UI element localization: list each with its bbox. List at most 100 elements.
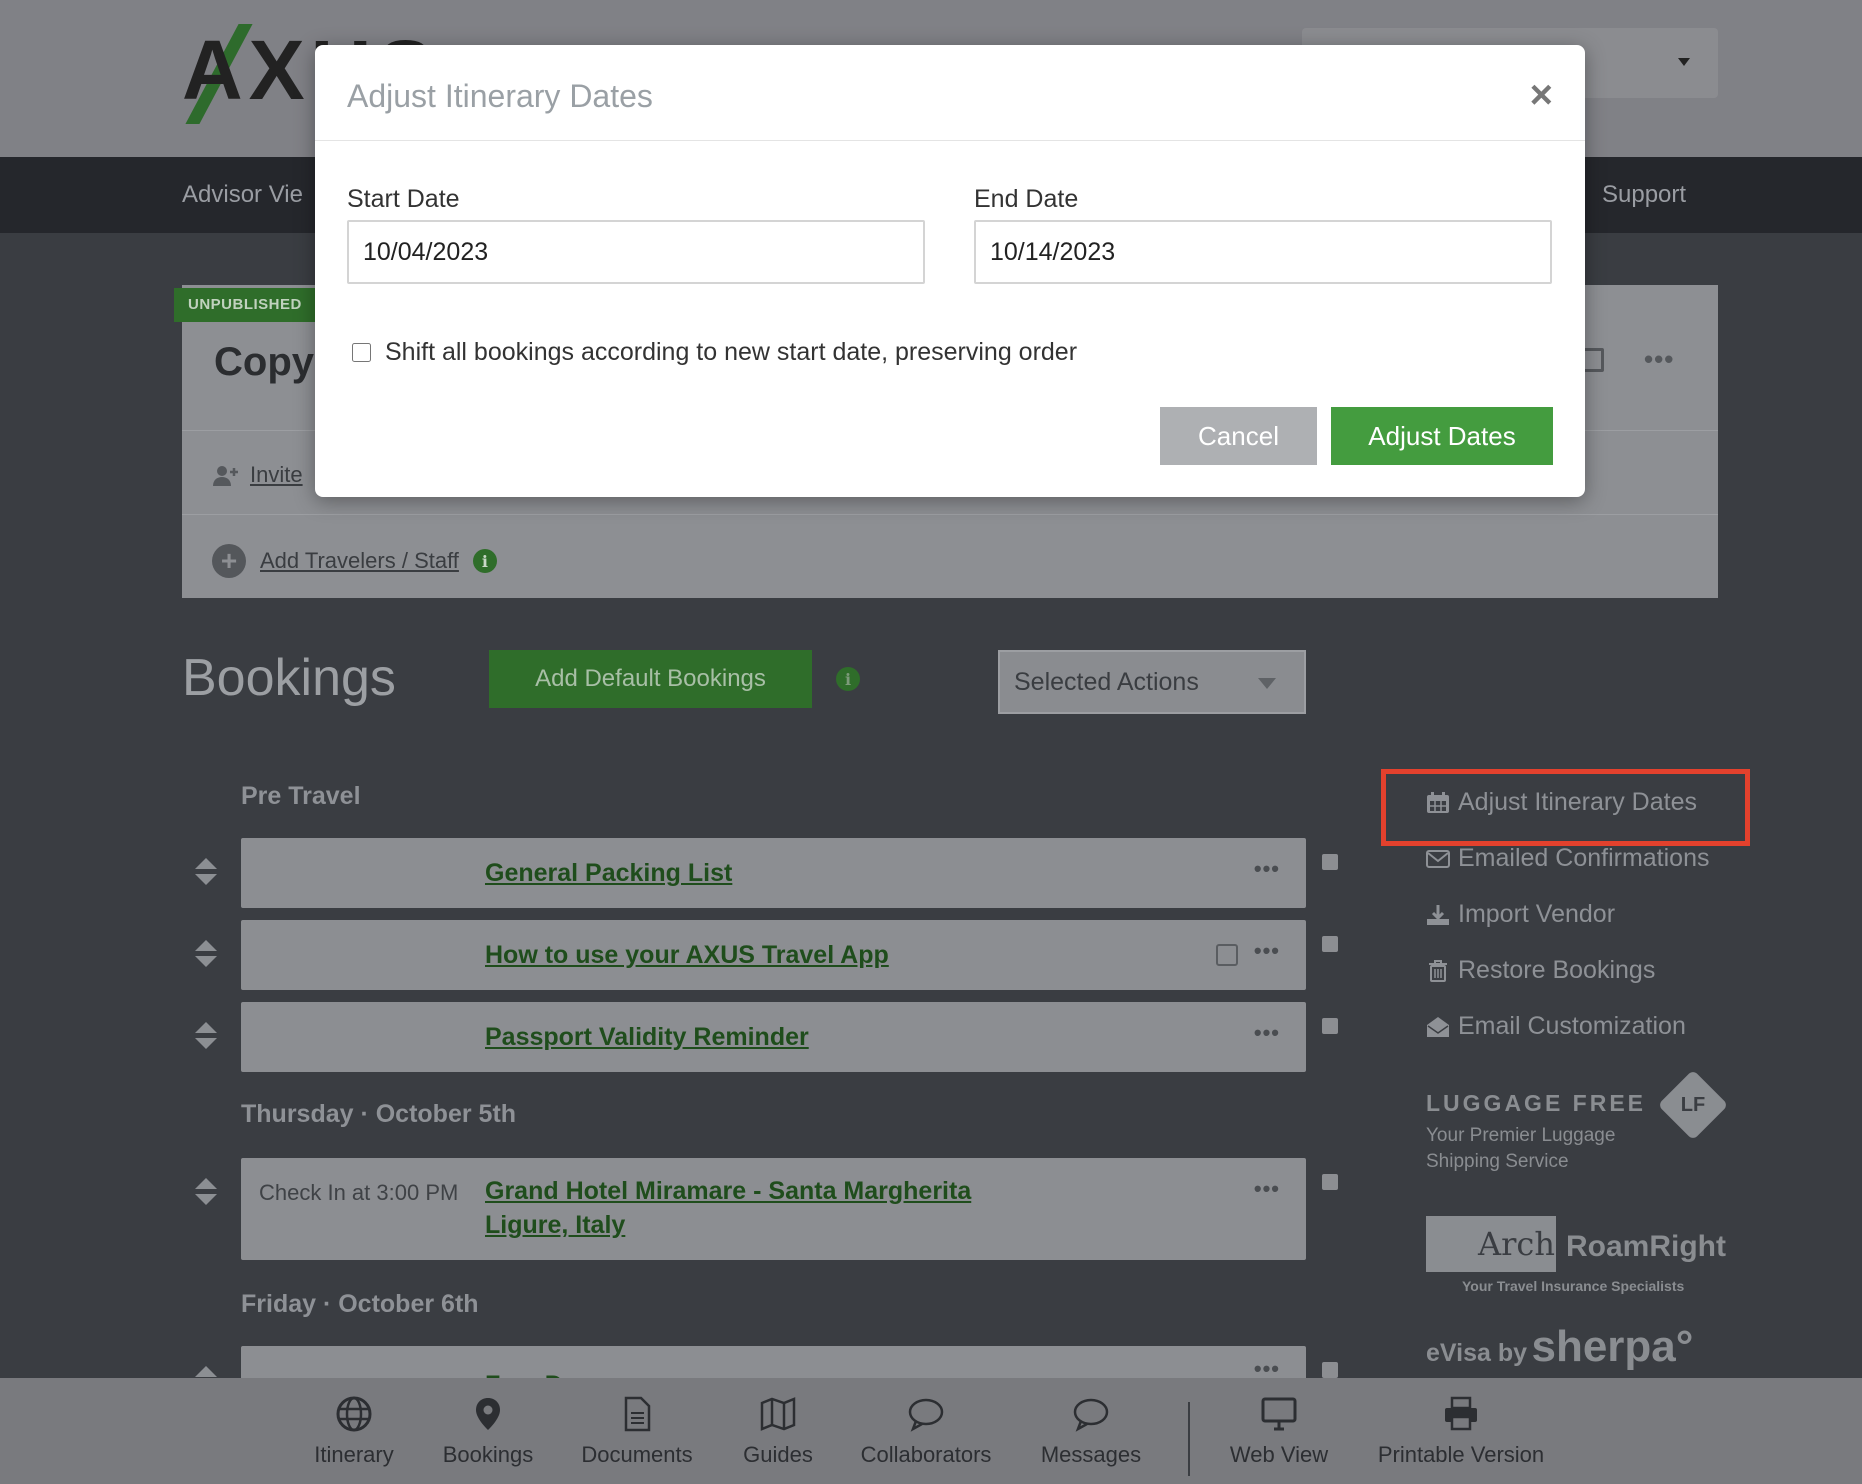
plus-circle-icon: + xyxy=(212,544,246,578)
tab-collaborators[interactable]: Collaborators xyxy=(858,1396,994,1468)
start-date-label: Start Date xyxy=(347,185,460,213)
nav-advisor-view[interactable]: Advisor Vie xyxy=(182,181,303,209)
more-options-icon[interactable]: ••• xyxy=(1254,938,1280,964)
selected-actions-dropdown[interactable]: Selected Actions xyxy=(998,650,1306,714)
modal-title: Adjust Itinerary Dates xyxy=(347,78,653,114)
more-options-icon[interactable]: ••• xyxy=(1254,1020,1280,1046)
selected-actions-label: Selected Actions xyxy=(1014,668,1199,696)
open-envelope-icon xyxy=(1427,1016,1449,1037)
booking-time: Check In at 3:00 PM xyxy=(259,1180,459,1205)
sort-down-icon xyxy=(195,956,217,967)
drag-handle[interactable] xyxy=(195,940,217,967)
import-vendor-link[interactable]: Import Vendor xyxy=(1426,900,1615,929)
booking-title[interactable]: Passport Validity Reminder xyxy=(485,1020,809,1054)
emailed-confirmations-link[interactable]: Emailed Confirmations xyxy=(1426,844,1710,873)
booking-title[interactable]: General Packing List xyxy=(485,856,732,890)
tab-label: Guides xyxy=(743,1442,813,1467)
sidebar-link-label: Emailed Confirmations xyxy=(1458,844,1710,872)
map-pin-icon xyxy=(476,1398,500,1430)
start-date-input[interactable] xyxy=(347,220,925,284)
shift-bookings-option[interactable]: Shift all bookings according to new star… xyxy=(352,338,1077,367)
booking-row[interactable]: Check In at 3:00 PM Grand Hotel Miramare… xyxy=(241,1158,1306,1260)
globe-icon xyxy=(336,1396,372,1432)
tab-label: Web View xyxy=(1229,1442,1329,1467)
booking-row[interactable]: General Packing List ••• xyxy=(241,838,1306,908)
status-badge: UNPUBLISHED xyxy=(174,288,316,322)
booking-row[interactable]: How to use your AXUS Travel App ••• xyxy=(241,920,1306,990)
roamright-name: RoamRight xyxy=(1566,1230,1726,1263)
booking-title[interactable]: How to use your AXUS Travel App xyxy=(485,938,889,972)
add-user-icon xyxy=(213,466,238,487)
note-icon[interactable] xyxy=(1216,944,1238,966)
luggage-free-badge: LF xyxy=(1657,1069,1729,1141)
chevron-down-icon xyxy=(1258,678,1276,689)
drag-handle[interactable] xyxy=(195,858,217,885)
sort-down-icon xyxy=(195,874,217,885)
shift-bookings-checkbox[interactable] xyxy=(352,343,371,362)
more-options-icon[interactable]: ••• xyxy=(1254,856,1280,882)
email-customization-link[interactable]: Email Customization xyxy=(1426,1012,1686,1041)
sort-up-icon xyxy=(195,1178,217,1189)
divider xyxy=(182,514,1718,515)
adjust-dates-modal: Adjust Itinerary Dates × Start Date End … xyxy=(315,45,1585,497)
restore-bookings-link[interactable]: Restore Bookings xyxy=(1426,956,1655,985)
sort-up-icon xyxy=(195,940,217,951)
download-icon xyxy=(1427,904,1449,925)
end-date-input[interactable] xyxy=(974,220,1552,284)
more-options-icon[interactable]: ••• xyxy=(1254,1176,1280,1202)
tab-itinerary[interactable]: Itinerary xyxy=(314,1396,394,1468)
info-icon[interactable]: i xyxy=(472,549,497,573)
tab-web-view[interactable]: Web View xyxy=(1226,1396,1332,1468)
tab-label: Bookings xyxy=(442,1442,534,1467)
tab-label: Printable Version xyxy=(1377,1442,1545,1467)
arch-roamright-logo[interactable]: Arch RoamRight Your Travel Insurance Spec… xyxy=(1426,1216,1726,1294)
sort-down-icon xyxy=(195,1194,217,1205)
chat-bubble-icon xyxy=(908,1398,944,1432)
row-checkbox[interactable] xyxy=(1322,1018,1338,1034)
booking-title-line: Grand Hotel Miramare - Santa Margherita xyxy=(485,1177,972,1205)
monitor-icon xyxy=(1261,1397,1297,1431)
highlight-annotation xyxy=(1381,769,1750,846)
booking-row[interactable]: Passport Validity Reminder ••• xyxy=(241,1002,1306,1072)
row-checkbox[interactable] xyxy=(1322,1174,1338,1190)
tab-documents[interactable]: Documents xyxy=(578,1396,696,1468)
sort-up-icon xyxy=(195,1022,217,1033)
tab-bookings[interactable]: Bookings xyxy=(440,1396,536,1468)
printer-icon xyxy=(1445,1396,1477,1431)
section-heading: Pre Travel xyxy=(241,782,361,810)
section-heading: Friday · October 6th xyxy=(241,1290,479,1318)
invite-link[interactable]: Invite xyxy=(212,462,303,488)
drag-handle[interactable] xyxy=(195,1022,217,1049)
booking-title[interactable]: Grand Hotel Miramare - Santa Margherita L… xyxy=(485,1174,971,1242)
envelope-icon xyxy=(1426,849,1450,868)
info-icon[interactable]: i xyxy=(836,667,860,691)
luggage-free-logo[interactable]: LUGGAGE FREE Your Premier Luggage Shippi… xyxy=(1426,1090,1646,1175)
bottom-tab-bar: Itinerary Bookings Documents Guides Coll… xyxy=(0,1378,1862,1484)
chevron-down-icon xyxy=(1678,58,1690,66)
luggage-free-name: LUGGAGE FREE xyxy=(1426,1090,1647,1116)
end-date-label: End Date xyxy=(974,185,1079,213)
tab-messages[interactable]: Messages xyxy=(1036,1396,1146,1468)
row-checkbox[interactable] xyxy=(1322,936,1338,952)
tab-printable-version[interactable]: Printable Version xyxy=(1374,1396,1548,1468)
drag-handle[interactable] xyxy=(195,1178,217,1205)
luggage-free-tagline: Shipping Service xyxy=(1426,1151,1569,1172)
sidebar-link-label: Email Customization xyxy=(1458,1012,1686,1040)
message-icon xyxy=(1073,1398,1109,1432)
adjust-dates-button[interactable]: Adjust Dates xyxy=(1331,407,1553,465)
tab-guides[interactable]: Guides xyxy=(738,1396,818,1468)
sort-up-icon xyxy=(195,1366,217,1377)
sort-up-icon xyxy=(195,858,217,869)
sherpa-logo[interactable]: eVisa by sherpa° xyxy=(1426,1322,1693,1372)
nav-support[interactable]: Support xyxy=(1602,181,1686,209)
row-checkbox[interactable] xyxy=(1322,854,1338,870)
add-default-bookings-button[interactable]: Add Default Bookings xyxy=(489,650,812,708)
row-checkbox[interactable] xyxy=(1322,1362,1338,1378)
sidebar-link-label: Restore Bookings xyxy=(1458,956,1656,984)
trip-card-actions: ••• xyxy=(1580,344,1674,375)
cancel-button[interactable]: Cancel xyxy=(1160,407,1317,465)
close-icon[interactable]: × xyxy=(1530,75,1553,115)
more-options-icon[interactable]: ••• xyxy=(1644,344,1674,375)
tab-divider xyxy=(1188,1402,1190,1476)
add-travelers-link[interactable]: + Add Travelers / Staff i xyxy=(212,544,497,578)
